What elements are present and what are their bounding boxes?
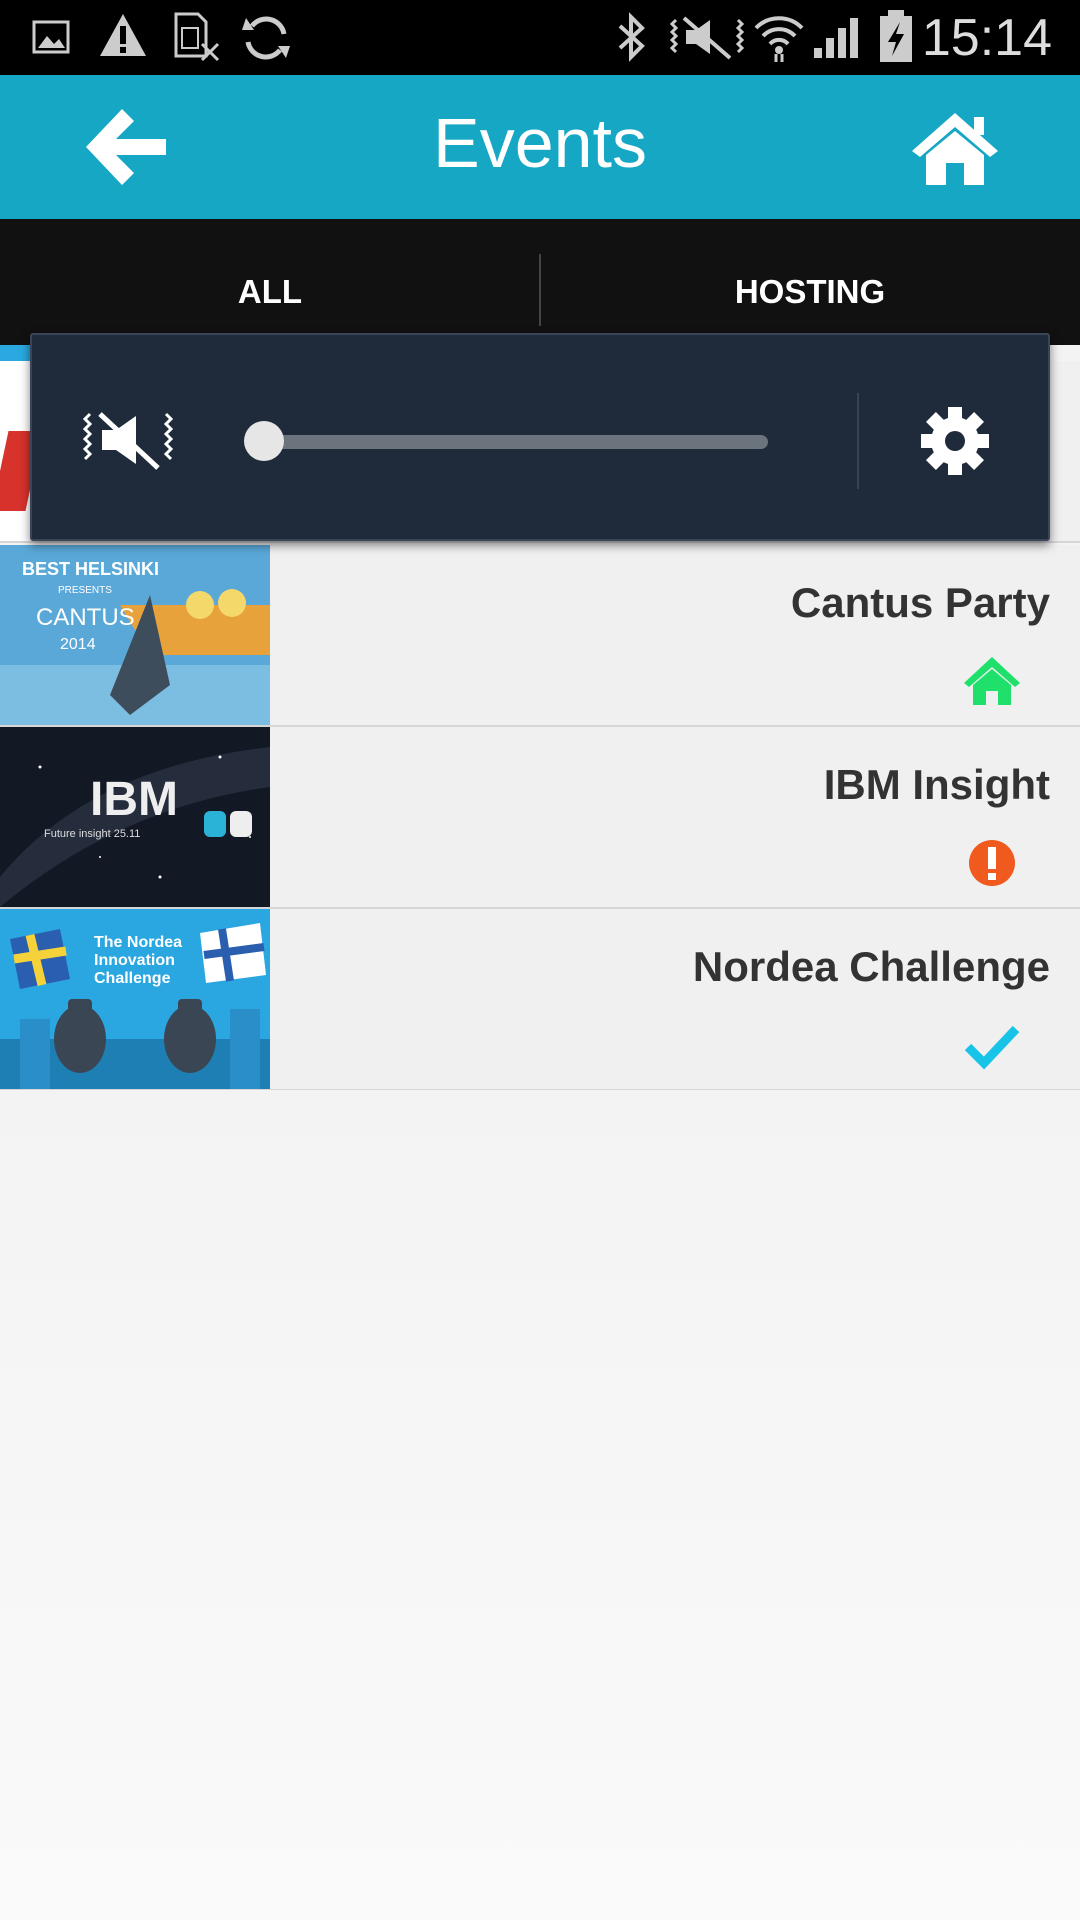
event-thumbnail: IBM Future insight 25.11 <box>0 727 270 907</box>
warning-icon <box>100 14 146 56</box>
sync-icon <box>242 16 290 60</box>
home-button[interactable] <box>910 109 1000 187</box>
bluetooth-icon <box>618 12 645 62</box>
panel-divider <box>857 393 859 489</box>
signal-icon <box>814 18 858 58</box>
home-icon <box>912 113 998 185</box>
event-item-ibm-insight[interactable]: IBM Future insight 25.11 IBM Insight <box>0 727 1080 909</box>
volume-slider-thumb[interactable] <box>244 421 284 461</box>
thumbnail-text: 2014 <box>60 636 96 653</box>
thumbnail-text: PRESENTS <box>58 585 112 596</box>
battery-charging-icon <box>880 10 912 62</box>
checkmark-icon <box>964 1025 1020 1070</box>
home-icon <box>964 657 1020 705</box>
alert-icon <box>969 840 1015 886</box>
vibrate-mute-icon[interactable] <box>82 410 174 470</box>
tab-bar: ALL HOSTING <box>0 219 1080 345</box>
thumbnail-text: CANTUS <box>36 604 135 631</box>
status-time: 15:14 <box>921 9 1052 67</box>
thumbnail-text: IBM <box>90 773 178 826</box>
sim-blocked-icon <box>174 12 220 62</box>
app-bar: Events <box>0 75 1080 219</box>
tab-hosting[interactable]: HOSTING <box>540 219 1080 345</box>
wifi-icon <box>754 16 804 62</box>
volume-slider-track[interactable] <box>264 435 768 449</box>
thumbnail-text: The Nordea <box>94 934 182 951</box>
volume-panel <box>30 333 1050 541</box>
gear-icon[interactable] <box>919 405 991 477</box>
event-title: Nordea Challenge <box>692 943 1050 990</box>
event-thumbnail: The Nordea Innovation Challenge <box>0 909 270 1089</box>
thumbnail-text: Challenge <box>94 970 171 987</box>
vibrate-mute-icon <box>670 16 744 60</box>
thumbnail-text: BEST HELSINKI <box>22 559 159 579</box>
event-item-cantus-party[interactable]: BEST HELSINKI PRESENTS CANTUS 2014 Cantu… <box>0 545 1080 727</box>
tab-all[interactable]: ALL <box>0 219 540 345</box>
event-thumbnail: BEST HELSINKI PRESENTS CANTUS 2014 <box>0 545 270 725</box>
event-title: Cantus Party <box>790 579 1050 626</box>
thumbnail-text: Innovation <box>94 952 175 969</box>
list-empty-area <box>0 1090 1080 1920</box>
thumbnail-text: Future insight 25.11 <box>44 828 140 840</box>
event-title: IBM Insight <box>823 761 1050 808</box>
status-bar: 15:14 <box>0 0 1080 75</box>
event-item-nordea-challenge[interactable]: The Nordea Innovation Challenge Nordea C… <box>0 909 1080 1091</box>
image-icon <box>32 20 70 54</box>
